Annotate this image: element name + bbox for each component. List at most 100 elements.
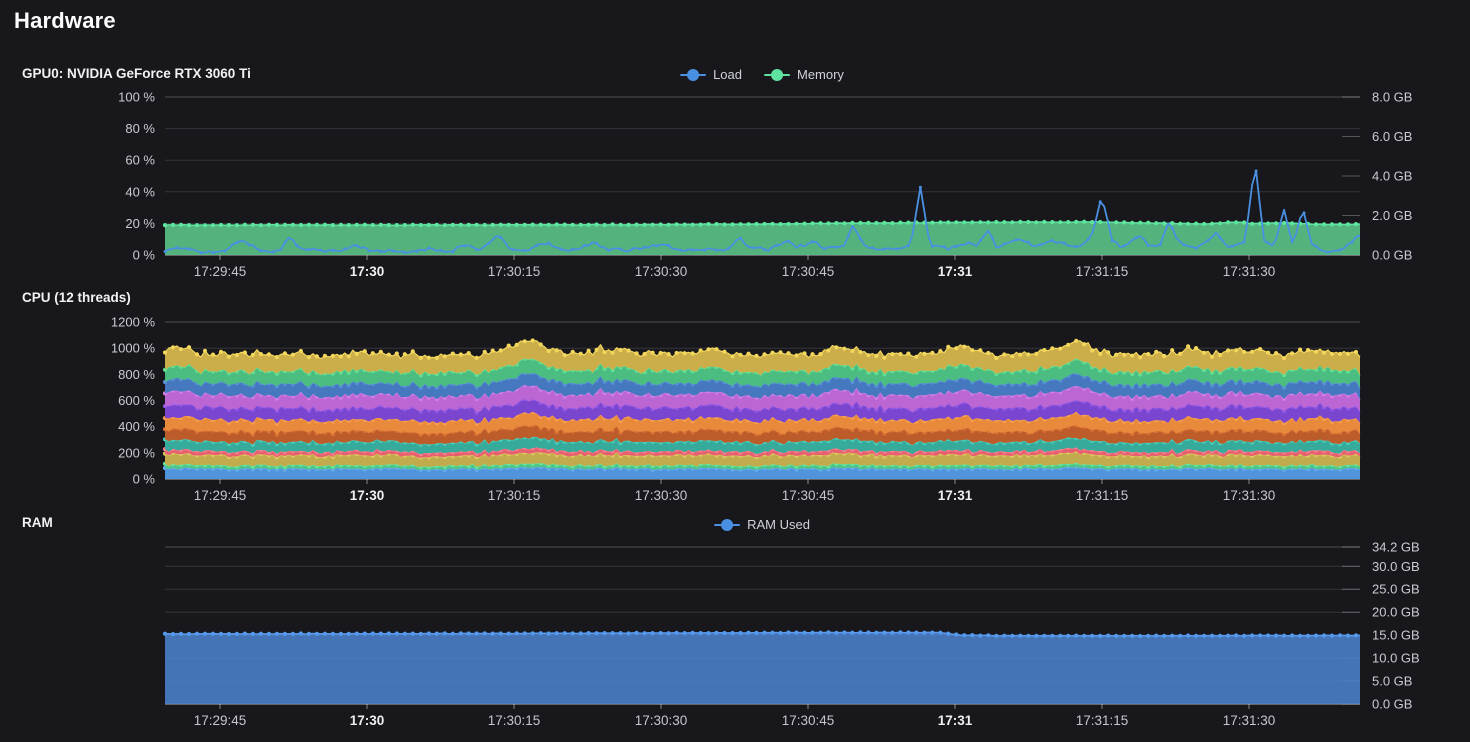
series-marker-dot	[171, 632, 175, 636]
x-axis-tick-label: 17:30:15	[488, 488, 541, 503]
series-marker-dot	[811, 240, 814, 243]
series-marker-dot	[1051, 239, 1054, 242]
series-marker-dot	[619, 223, 623, 227]
series-marker-dot	[171, 223, 175, 227]
ram-chart-plot[interactable]: 34.2 GB30.0 GB25.0 GB20.0 GB15.0 GB10.0 …	[0, 535, 1470, 740]
legend-item-load[interactable]: Load	[680, 67, 742, 82]
series-marker-dot	[187, 223, 191, 227]
stacked-band-marker-dot	[874, 354, 878, 358]
series-marker-dot	[794, 222, 798, 226]
series-marker-dot	[435, 632, 439, 636]
series-marker-dot	[810, 221, 814, 225]
series-marker-dot	[463, 244, 466, 247]
y-axis-tick-label: 100 %	[118, 90, 155, 105]
series-marker-dot	[515, 631, 519, 635]
series-marker-dot	[315, 632, 319, 636]
series-marker-dot	[1250, 222, 1254, 226]
stacked-band-marker-dot	[1338, 352, 1342, 356]
series-marker-dot	[243, 632, 247, 636]
legend-item-ram-used[interactable]: RAM Used	[714, 517, 810, 532]
series-marker-dot	[1231, 245, 1234, 248]
series-marker-dot	[1210, 634, 1214, 638]
legend-item-memory[interactable]: Memory	[764, 67, 844, 82]
series-marker-dot	[1338, 222, 1342, 226]
series-marker-dot	[563, 223, 567, 227]
stacked-band-marker-dot	[1218, 353, 1222, 357]
stacked-band-marker-dot	[1058, 347, 1062, 351]
gpu-chart-plot[interactable]: 100 %80 %60 %40 %20 %0 %8.0 GB6.0 GB4.0 …	[0, 85, 1470, 290]
series-marker-dot	[443, 631, 447, 635]
stacked-band-marker-dot	[1138, 355, 1142, 359]
stacked-band-marker-dot	[523, 339, 527, 343]
series-marker-dot	[1098, 634, 1102, 638]
stacked-band-marker-dot	[1114, 353, 1118, 357]
series-marker-dot	[1034, 634, 1038, 638]
series-marker-dot	[1338, 633, 1342, 637]
series-marker-dot	[930, 221, 934, 225]
series-marker-dot	[1322, 222, 1326, 226]
stacked-band-marker-dot	[403, 352, 407, 356]
series-marker-dot	[219, 632, 223, 636]
series-marker-dot	[319, 249, 322, 252]
stacked-band-marker-dot	[1314, 350, 1318, 354]
cpu-chart-plot[interactable]: 1200 %1000 %800 %600 %400 %200 %0 %17:29…	[0, 310, 1470, 515]
series-marker-dot	[1146, 221, 1150, 225]
series-marker-dot	[355, 244, 358, 247]
series-marker-dot	[1058, 220, 1062, 224]
series-marker-dot	[1274, 221, 1278, 225]
series-marker-dot	[890, 631, 894, 635]
series-marker-dot	[978, 634, 982, 638]
series-marker-dot	[395, 223, 399, 227]
series-marker-dot	[762, 631, 766, 635]
series-marker-dot	[730, 631, 734, 635]
series-marker-dot	[227, 632, 231, 636]
stacked-band-marker-dot	[235, 353, 239, 357]
series-marker-dot	[1074, 634, 1078, 638]
stacked-band-marker-dot	[195, 352, 199, 356]
x-axis-tick-label: 17:31:30	[1223, 264, 1276, 279]
series-marker-dot	[739, 237, 742, 240]
series-marker-dot	[1183, 243, 1186, 246]
series-marker-dot	[643, 631, 647, 635]
series-marker-dot	[235, 632, 239, 636]
series-marker-dot	[906, 221, 910, 225]
series-marker-dot	[1002, 634, 1006, 638]
stacked-band-marker-dot	[467, 351, 471, 355]
series-marker-dot	[874, 221, 878, 225]
page-title: Hardware	[14, 8, 116, 34]
series-marker-dot	[1114, 220, 1118, 224]
y2-axis-tick-label: 20.0 GB	[1372, 605, 1420, 620]
stacked-band-marker-dot	[371, 351, 375, 355]
series-marker-dot	[651, 631, 655, 635]
series-marker-dot	[1154, 221, 1158, 225]
series-marker-dot	[979, 239, 982, 242]
series-marker-dot	[267, 632, 271, 636]
series-marker-dot	[675, 631, 679, 635]
stacked-band-marker-dot	[675, 351, 679, 355]
series-marker-dot	[339, 632, 343, 636]
series-marker-dot	[1274, 634, 1278, 638]
legend-label: Memory	[797, 67, 844, 82]
stacked-band-marker-dot	[283, 351, 287, 355]
series-marker-dot	[547, 223, 551, 227]
series-marker-dot	[1090, 220, 1094, 224]
series-marker-dot	[1322, 633, 1326, 637]
series-marker-dot	[1194, 634, 1198, 638]
stacked-band-marker-dot	[922, 352, 926, 356]
stacked-band-marker-dot	[211, 353, 215, 357]
y2-axis-tick-label: 30.0 GB	[1372, 559, 1420, 574]
series-marker-dot	[722, 631, 726, 635]
series-marker-dot	[898, 221, 902, 225]
stacked-band-marker-dot	[778, 350, 782, 354]
series-marker-dot	[1170, 634, 1174, 638]
series-marker-dot	[1186, 633, 1190, 637]
series-marker-dot	[1303, 211, 1306, 214]
stacked-band-marker-dot	[203, 349, 207, 353]
y-axis-tick-label: 0 %	[133, 472, 156, 487]
series-marker-dot	[943, 245, 946, 248]
x-axis-tick-label: 17:30	[350, 713, 385, 728]
series-marker-dot	[1258, 633, 1262, 637]
stacked-band-marker-dot	[323, 354, 327, 358]
stacked-band-marker-dot	[515, 343, 519, 347]
series-marker-dot	[203, 223, 207, 227]
